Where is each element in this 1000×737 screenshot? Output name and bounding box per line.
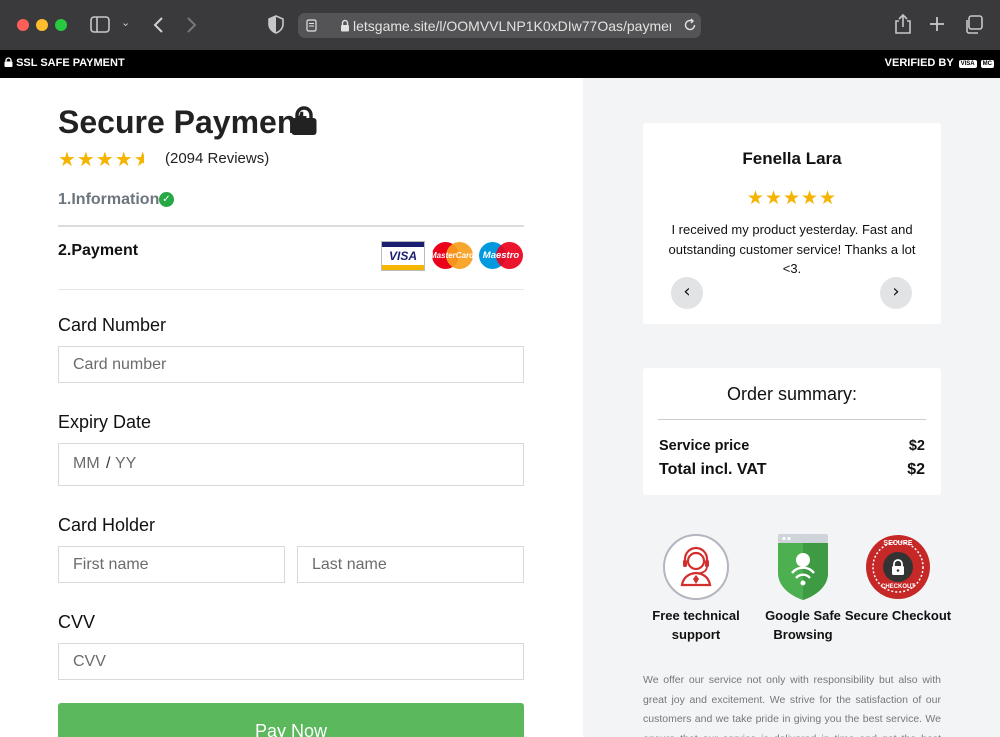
close-window-button[interactable] <box>17 19 29 31</box>
card-number-label: Card Number <box>58 315 167 335</box>
total-row: Total incl. VAT $2 <box>659 461 925 479</box>
about-text: We offer our service not only with respo… <box>643 674 941 737</box>
lock-icon <box>291 106 317 135</box>
divider <box>58 289 524 290</box>
cvv-input[interactable] <box>58 643 524 680</box>
new-tab-icon[interactable] <box>929 16 945 32</box>
reader-icon[interactable] <box>306 19 317 32</box>
rating-stars: ★★★★★ <box>58 147 144 171</box>
expiry-month-placeholder[interactable]: MM <box>73 455 100 473</box>
padlock-icon <box>341 19 349 32</box>
secure-checkout-badge-label: Secure Checkout <box>844 608 952 623</box>
back-icon[interactable] <box>152 16 164 34</box>
support-badge-label: Free technical support <box>652 608 740 642</box>
check-icon: ✓ <box>159 192 174 207</box>
expiry-label: Expiry Date <box>58 412 152 432</box>
cvv-label: CVV <box>58 612 96 632</box>
card-number-input[interactable] <box>58 346 524 383</box>
privacy-shield-icon[interactable] <box>268 15 284 34</box>
chevron-down-icon[interactable]: ⌄ <box>121 16 130 29</box>
mastercard-mini-logo: MC <box>980 60 994 68</box>
divider <box>658 419 926 420</box>
maestro-logo-text: Maestro <box>482 250 520 261</box>
expiry-year-placeholder[interactable]: YY <box>115 455 136 473</box>
first-name-input[interactable] <box>58 546 285 583</box>
url-text: letsgame.site/l/OOMVVLNP1K0xDIw77Oas/pay… <box>353 18 671 34</box>
review-card: Fenella Lara ★★★★★ I received my product… <box>643 123 941 324</box>
ssl-lock-icon <box>4 57 13 67</box>
reviewer-name: Fenella Lara <box>742 149 842 168</box>
total-value: $2 <box>907 461 925 478</box>
service-price-label: Service price <box>659 438 750 454</box>
service-price-row: Service price $2 <box>659 438 925 454</box>
ssl-safe-text: SSL SAFE PAYMENT <box>16 57 125 69</box>
order-summary: Order summary: Service price $2 Total in… <box>643 368 941 495</box>
rating-half-star: ★ <box>133 147 144 171</box>
visa-logo-text: VISA <box>388 249 417 263</box>
card-holder-label: Card Holder <box>58 515 156 535</box>
expiry-separator: / <box>106 455 111 472</box>
order-summary-title: Order summary: <box>726 384 858 404</box>
pay-now-button[interactable]: Pay Now <box>58 703 524 737</box>
step-information[interactable]: 1.Information <box>58 191 159 209</box>
total-label: Total incl. VAT <box>659 461 767 478</box>
visa-logo: VISA <box>381 241 425 271</box>
share-icon[interactable] <box>894 13 912 35</box>
divider <box>58 225 524 227</box>
verified-by-text: VERIFIED BY <box>884 57 954 69</box>
reload-icon[interactable] <box>683 18 697 32</box>
review-stars: ★★★★★ <box>746 187 838 209</box>
minimize-window-button[interactable] <box>36 19 48 31</box>
expiry-field[interactable]: MM / YY <box>58 443 524 486</box>
visa-mini-logo: VISA <box>958 60 977 68</box>
sidebar-icon[interactable] <box>90 16 110 33</box>
verified-by: VERIFIED BY VISA MC <box>885 57 994 69</box>
next-review-button[interactable]: › <box>880 277 912 309</box>
support-agent-icon <box>663 534 729 600</box>
forward-icon[interactable] <box>186 16 198 34</box>
zoom-window-button[interactable] <box>55 19 67 31</box>
browser-toolbar: ⌄ letsgame.site/l/OOMVVLNP1K0xDIw77Oas/p… <box>0 0 1000 50</box>
maestro-logo: Maestro <box>478 241 524 271</box>
seal-top-text: SECURE <box>883 540 913 547</box>
previous-review-button[interactable]: ‹ <box>671 277 703 309</box>
seal-bottom-text: CHECKOUT <box>881 584 915 590</box>
ssl-safe-label: SSL SAFE PAYMENT <box>4 57 125 69</box>
mastercard-logo: MasterCard <box>430 241 474 271</box>
reviews-count: (2094 Reviews) <box>165 150 270 167</box>
ssl-banner: SSL SAFE PAYMENT VERIFIED BY VISA MC <box>0 50 1000 78</box>
service-price-value: $2 <box>908 438 925 454</box>
tab-overview-icon[interactable] <box>964 15 983 34</box>
rating-full-stars: ★★★★ <box>58 147 134 171</box>
mastercard-logo-text: MasterCard <box>430 251 475 260</box>
review-text: I received my product yesterday. Fast an… <box>668 222 916 276</box>
google-safe-badge-label: Google Safe Browsing <box>765 608 841 642</box>
google-safe-shield-icon <box>778 534 828 600</box>
step-payment: 2.Payment <box>58 242 139 259</box>
page-title: Secure Payment <box>58 104 308 140</box>
last-name-input[interactable] <box>297 546 524 583</box>
address-bar[interactable]: letsgame.site/l/OOMVVLNP1K0xDIw77Oas/pay… <box>298 13 701 38</box>
